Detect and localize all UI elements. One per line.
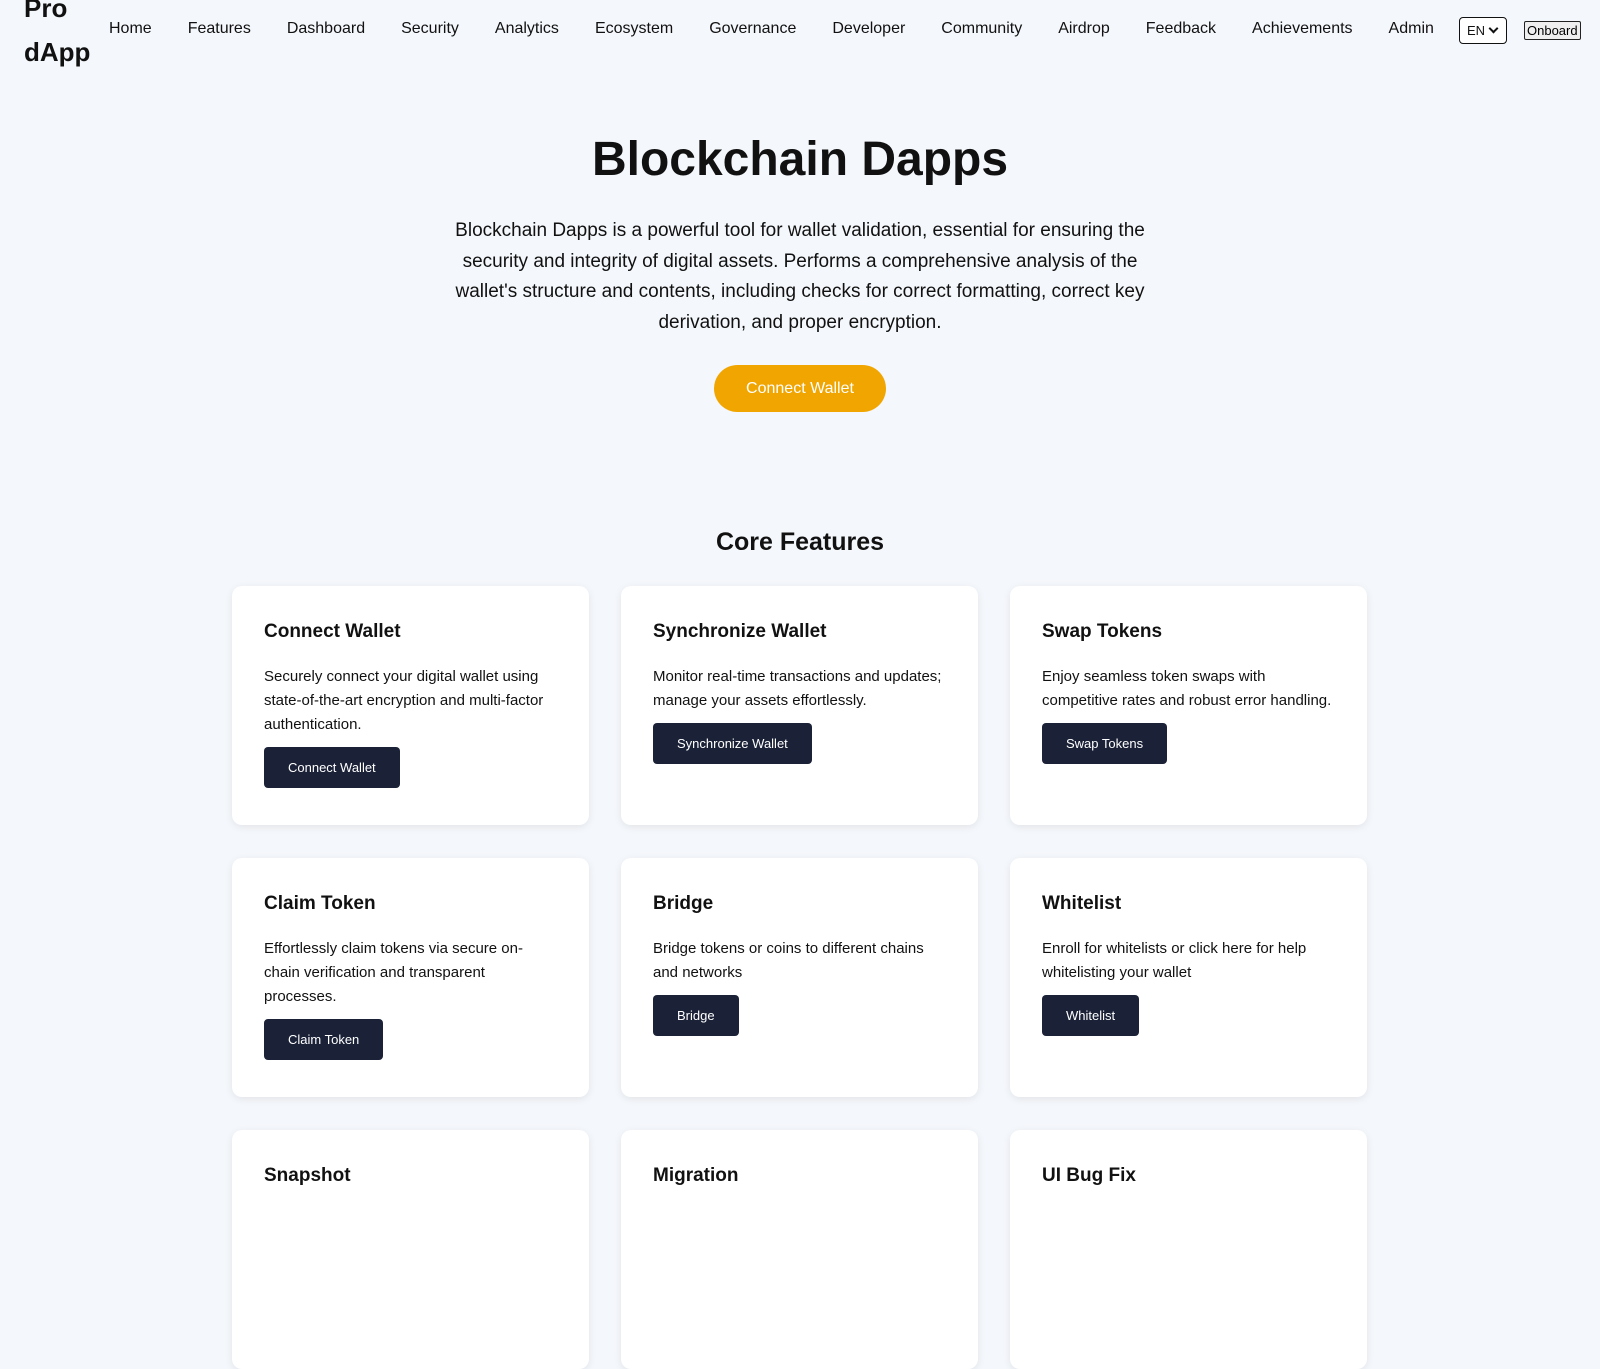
feature-card-title: Migration [653, 1165, 739, 1186]
feature-card-title: Claim Token [264, 893, 376, 914]
features-grid: Connect Wallet Securely connect your dig… [232, 586, 1368, 1369]
feature-card-snapshot: Snapshot [232, 1130, 589, 1369]
nav-feedback[interactable]: Feedback [1146, 18, 1216, 40]
feature-card-description: Bridge tokens or coins to different chai… [653, 940, 924, 981]
nav-features[interactable]: Features [188, 18, 251, 40]
site-logo[interactable]: Pro dApp [24, 0, 104, 74]
feature-card-title: Synchronize Wallet [653, 621, 827, 642]
language-select[interactable]: EN [1459, 17, 1507, 44]
feature-card-description: Enroll for whitelists or click here for … [1042, 940, 1307, 981]
nav-achievements[interactable]: Achievements [1252, 18, 1353, 40]
synchronize-wallet-button[interactable]: Synchronize Wallet [653, 723, 812, 764]
feature-card-swap-tokens: Swap Tokens Enjoy seamless token swaps w… [1010, 586, 1367, 825]
core-features-title: Core Features [715, 528, 885, 556]
main-nav: Home Features Dashboard Security Analyti… [109, 18, 1434, 40]
nav-developer[interactable]: Developer [832, 18, 905, 40]
nav-airdrop[interactable]: Airdrop [1058, 18, 1110, 40]
nav-analytics[interactable]: Analytics [495, 18, 559, 40]
nav-security[interactable]: Security [401, 18, 459, 40]
feature-card-description: Effortlessly claim tokens via secure on-… [264, 940, 523, 1005]
connect-wallet-cta-button[interactable]: Connect Wallet [714, 365, 886, 412]
language-value: EN [1467, 23, 1486, 38]
chevron-down-icon [1488, 23, 1499, 34]
claim-token-button[interactable]: Claim Token [264, 1019, 384, 1060]
site-header: Pro dApp Home Features Dashboard Securit… [0, 0, 1600, 80]
feature-card-title: Connect Wallet [264, 621, 401, 642]
feature-card-connect-wallet: Connect Wallet Securely connect your dig… [232, 586, 589, 825]
feature-card-description: Enjoy seamless token swaps with competit… [1042, 668, 1332, 709]
swap-tokens-button[interactable]: Swap Tokens [1042, 723, 1168, 764]
feature-card-title: Bridge [653, 893, 714, 914]
feature-card-migration: Migration [621, 1130, 978, 1369]
feature-card-title: Snapshot [264, 1165, 351, 1186]
feature-card-title: Swap Tokens [1042, 621, 1163, 642]
nav-home[interactable]: Home [109, 18, 152, 40]
feature-card-synchronize-wallet: Synchronize Wallet Monitor real-time tra… [621, 586, 978, 825]
whitelist-button[interactable]: Whitelist [1042, 995, 1140, 1036]
feature-card-description: Monitor real-time transactions and updat… [653, 668, 942, 709]
feature-card-description: Securely connect your digital wallet usi… [264, 668, 544, 733]
nav-admin[interactable]: Admin [1389, 18, 1434, 40]
feature-card-title: Whitelist [1042, 893, 1122, 914]
nav-dashboard[interactable]: Dashboard [287, 18, 365, 40]
onboard-button[interactable]: Onboard [1524, 21, 1581, 40]
feature-card-claim-token: Claim Token Effortlessly claim tokens vi… [232, 858, 589, 1097]
feature-card-bridge: Bridge Bridge tokens or coins to differe… [621, 858, 978, 1097]
hero-description: Blockchain Dapps is a powerful tool for … [455, 220, 1145, 333]
feature-card-title: UI Bug Fix [1042, 1165, 1136, 1186]
bridge-button[interactable]: Bridge [653, 995, 739, 1036]
nav-governance[interactable]: Governance [709, 18, 796, 40]
hero-title: Blockchain Dapps [591, 133, 1009, 186]
connect-wallet-button[interactable]: Connect Wallet [264, 747, 400, 788]
nav-community[interactable]: Community [941, 18, 1022, 40]
feature-card-ui-bug-fix: UI Bug Fix [1010, 1130, 1367, 1369]
nav-ecosystem[interactable]: Ecosystem [595, 18, 673, 40]
feature-card-whitelist: Whitelist Enroll for whitelists or click… [1010, 858, 1367, 1097]
